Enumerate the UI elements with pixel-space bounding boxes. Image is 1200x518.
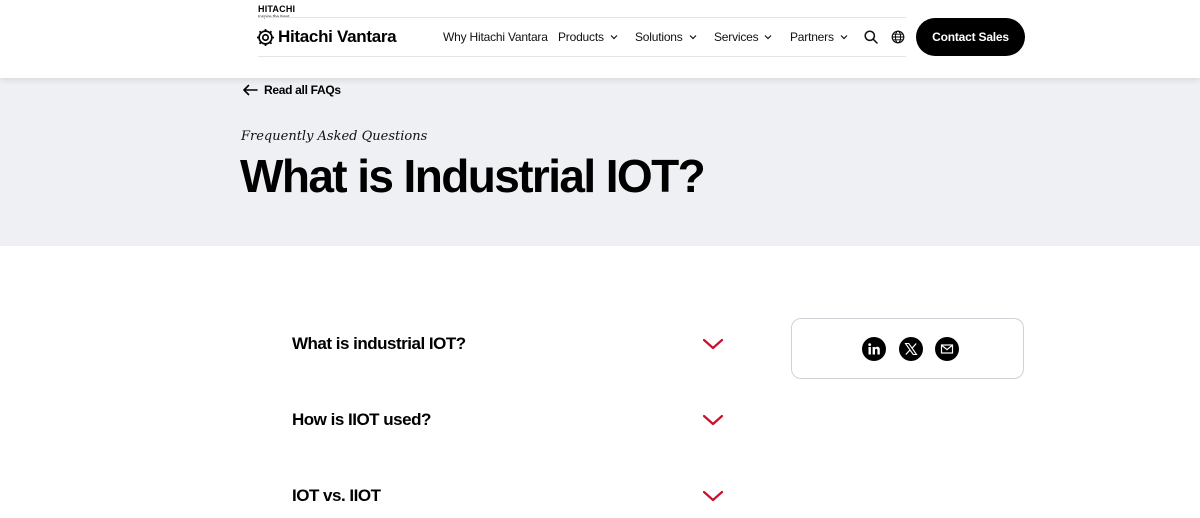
chevron-down-icon	[689, 35, 697, 40]
globe-icon	[891, 30, 905, 44]
faq-question: What is industrial IOT?	[292, 334, 466, 353]
faq-item-iot-vs-iiot[interactable]: IOT vs. IIOT	[292, 485, 724, 507]
share-linkedin-button[interactable]	[862, 337, 886, 361]
page-title: What is Industrial IOT?	[240, 150, 706, 202]
nav-divider-bottom	[258, 56, 906, 57]
chevron-down-icon	[702, 490, 724, 502]
nav-divider-top	[258, 17, 906, 18]
chevron-down-icon	[840, 35, 848, 40]
eyebrow-label: Frequently Asked Questions	[241, 129, 428, 144]
linkedin-icon	[868, 343, 880, 355]
chevron-down-icon	[610, 35, 618, 40]
nav-item-label: Services	[714, 30, 759, 44]
share-card	[791, 318, 1024, 379]
nav-item-solutions[interactable]: Solutions	[635, 29, 697, 45]
search-icon	[864, 30, 878, 44]
faq-question: How is IIOT used?	[292, 410, 431, 429]
hitachi-vantara-logo[interactable]: Hitachi Vantara	[257, 27, 397, 47]
faq-question: IOT vs. IIOT	[292, 486, 381, 505]
x-twitter-icon	[904, 342, 918, 356]
faq-item-what-is-industrial-iot[interactable]: What is industrial IOT?	[292, 333, 724, 355]
language-button[interactable]	[890, 29, 906, 45]
nav-item-label: Solutions	[635, 30, 683, 44]
logo-text: Hitachi Vantara	[278, 27, 397, 46]
chevron-down-icon	[702, 414, 724, 426]
site-header: HITACHI Inspire the Next Hitachi Vantara…	[0, 0, 1200, 78]
hitachi-wordmark-text: HITACHI	[258, 4, 296, 14]
read-all-faqs-label: Read all FAQs	[264, 83, 341, 97]
nav-item-products[interactable]: Products	[558, 29, 618, 45]
nav-item-services[interactable]: Services	[714, 29, 772, 45]
email-icon	[940, 344, 954, 354]
share-email-button[interactable]	[935, 337, 959, 361]
read-all-faqs-link[interactable]: Read all FAQs	[242, 82, 341, 98]
search-button[interactable]	[863, 29, 879, 45]
chevron-down-icon	[764, 35, 772, 40]
nav-item-partners[interactable]: Partners	[790, 29, 848, 45]
chevron-down-icon	[702, 338, 724, 350]
arrow-left-icon	[243, 84, 258, 96]
nav-item-why-hitachi-vantara[interactable]: Why Hitachi Vantara	[443, 29, 548, 45]
faq-item-how-is-iiot-used[interactable]: How is IIOT used?	[292, 409, 724, 431]
share-x-button[interactable]	[899, 337, 923, 361]
hitachi-vantara-mark-icon	[257, 28, 274, 46]
nav-item-label: Why Hitachi Vantara	[443, 30, 548, 44]
nav-item-label: Products	[558, 30, 604, 44]
nav-item-label: Partners	[790, 30, 834, 44]
contact-sales-button[interactable]: Contact Sales	[916, 18, 1025, 56]
